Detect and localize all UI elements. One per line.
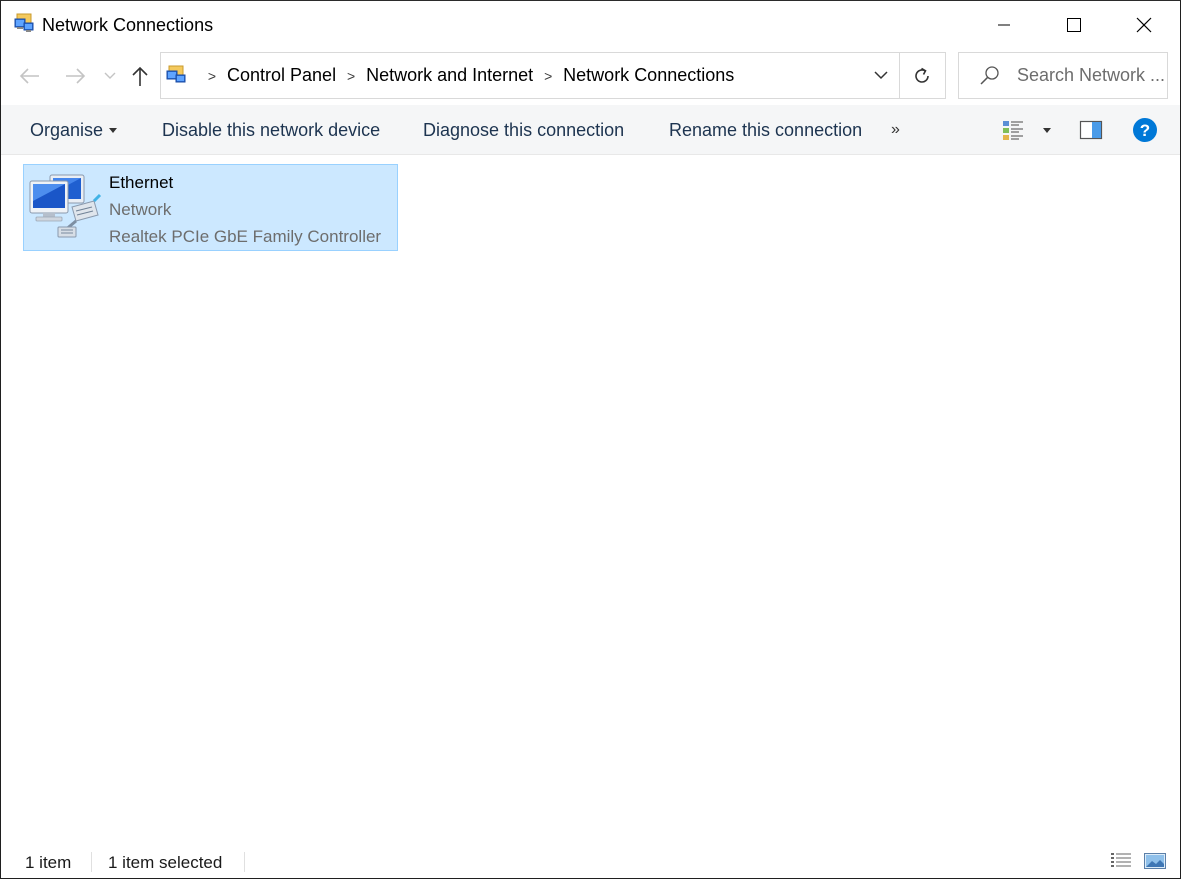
minimize-icon — [998, 24, 1010, 26]
search-icon — [979, 65, 1001, 87]
close-button[interactable] — [1109, 1, 1179, 49]
status-bar: 1 item 1 item selected — [1, 844, 1180, 879]
network-connections-icon — [13, 13, 35, 35]
minimize-button[interactable] — [969, 1, 1039, 49]
svg-text:?: ? — [1140, 121, 1150, 140]
connection-status: Network — [109, 200, 172, 219]
refresh-button[interactable] — [899, 52, 946, 99]
refresh-icon — [915, 67, 929, 83]
search-box[interactable] — [958, 52, 1168, 99]
connection-item-ethernet[interactable]: Ethernet Network Realtek PCIe GbE Family… — [23, 164, 398, 251]
diagnose-connection-button[interactable]: Diagnose this connection — [423, 105, 624, 155]
breadcrumb-network-connections[interactable]: Network Connections — [563, 65, 734, 86]
arrow-left-icon — [19, 68, 39, 84]
dropdown-arrow-icon — [109, 127, 118, 133]
close-icon — [1136, 17, 1152, 33]
breadcrumb-separator[interactable]: > — [533, 68, 563, 84]
forward-button[interactable] — [60, 61, 90, 91]
address-bar[interactable]: > Control Panel > Network and Internet >… — [160, 52, 900, 99]
preview-pane-button[interactable] — [1079, 105, 1103, 155]
ethernet-adapter-icon — [28, 171, 102, 241]
status-divider — [91, 852, 92, 872]
diagnose-connection-label: Diagnose this connection — [423, 119, 625, 140]
explorer-window: Network Connections > Control Panel > Ne… — [0, 0, 1181, 879]
rename-connection-button[interactable]: Rename this connection — [669, 105, 862, 155]
view-options-dropdown[interactable] — [1037, 105, 1051, 155]
help-button[interactable]: ? — [1132, 105, 1158, 155]
dropdown-arrow-icon — [1043, 127, 1051, 133]
large-icons-view-icon — [1144, 853, 1166, 869]
preview-pane-icon — [1079, 120, 1103, 140]
breadcrumb-separator[interactable]: > — [336, 68, 366, 84]
title-bar: Network Connections — [1, 1, 1180, 49]
recent-locations-button[interactable] — [96, 61, 124, 91]
breadcrumb-separator[interactable]: > — [197, 68, 227, 84]
up-button[interactable] — [125, 61, 155, 91]
details-view-icon — [1111, 853, 1131, 867]
arrow-right-icon — [66, 68, 86, 84]
more-commands-button[interactable]: » — [891, 105, 900, 155]
disable-device-label: Disable this network device — [162, 119, 381, 140]
connection-device: Realtek PCIe GbE Family Controller — [109, 227, 382, 246]
maximize-icon — [1067, 18, 1081, 32]
organise-button[interactable]: Organise — [30, 105, 118, 155]
breadcrumb: > Control Panel > Network and Internet >… — [197, 53, 734, 98]
navigation-bar: > Control Panel > Network and Internet >… — [1, 49, 1180, 105]
search-input[interactable] — [1017, 65, 1165, 86]
status-divider — [244, 852, 245, 872]
command-bar: Organise Disable this network device Dia… — [1, 105, 1180, 155]
file-list: Ethernet Network Realtek PCIe GbE Family… — [1, 156, 1180, 836]
organise-label: Organise — [30, 119, 104, 140]
disable-device-button[interactable]: Disable this network device — [162, 105, 380, 155]
breadcrumb-control-panel[interactable]: Control Panel — [227, 65, 336, 86]
selection-count: 1 item selected — [108, 853, 223, 872]
chevron-down-icon — [104, 72, 116, 79]
connection-name: Ethernet — [109, 173, 174, 192]
details-view-button[interactable] — [1109, 850, 1133, 872]
address-dropdown-button[interactable] — [869, 63, 893, 87]
back-button[interactable] — [15, 61, 45, 91]
large-icons-view-button[interactable] — [1143, 850, 1167, 872]
view-details-icon — [1003, 121, 1023, 140]
window-title: Network Connections — [42, 15, 214, 35]
rename-connection-label: Rename this connection — [669, 119, 863, 140]
arrow-up-icon — [132, 66, 148, 86]
chevron-down-icon — [874, 70, 888, 79]
change-view-button[interactable] — [1001, 105, 1025, 155]
help-icon: ? — [1133, 118, 1157, 142]
item-count: 1 item — [25, 853, 72, 872]
control-panel-network-icon — [165, 65, 187, 87]
maximize-button[interactable] — [1039, 1, 1109, 49]
breadcrumb-network-and-internet[interactable]: Network and Internet — [366, 65, 533, 86]
